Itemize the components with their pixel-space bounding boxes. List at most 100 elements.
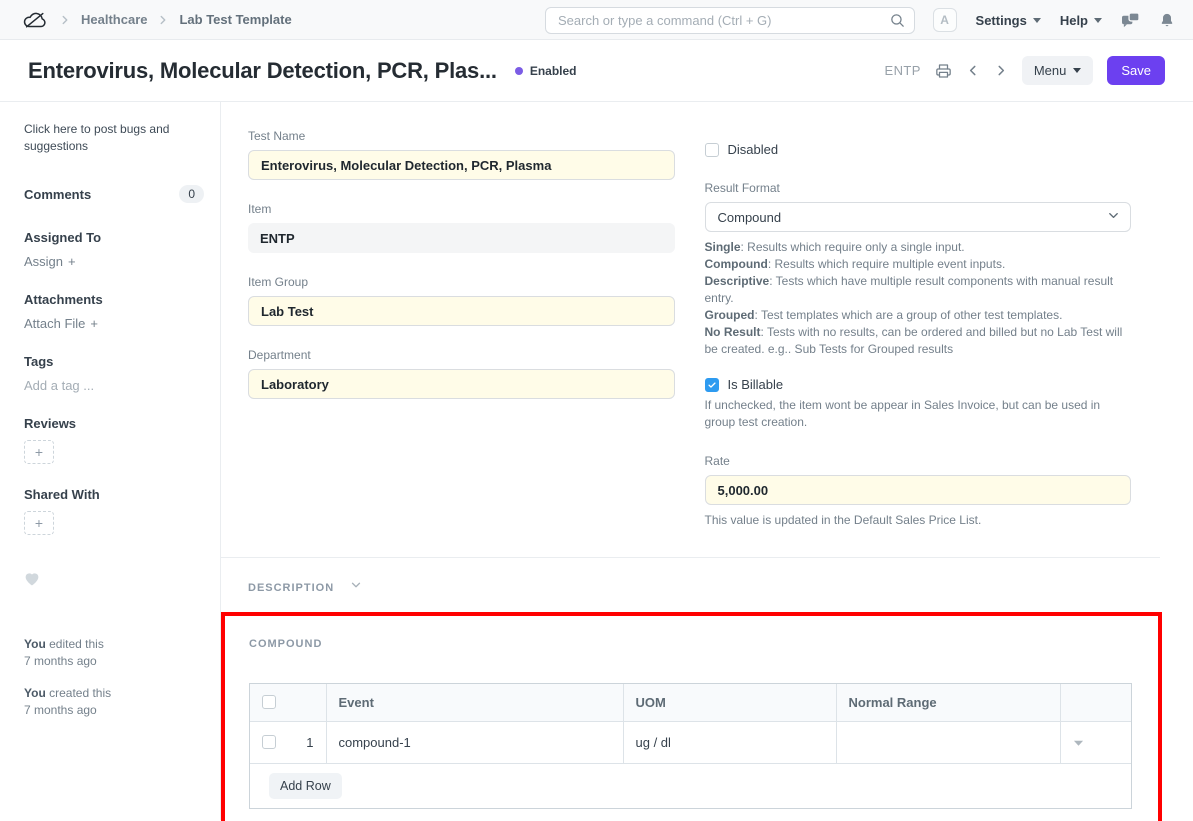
comments-label: Comments <box>24 187 91 202</box>
plus-icon: + <box>68 254 76 269</box>
plus-icon: + <box>35 444 43 460</box>
status-badge: Enabled <box>515 64 577 78</box>
column-header-actions <box>1060 684 1131 721</box>
rate-input[interactable]: 5,000.00 <box>705 475 1132 505</box>
add-tag-input[interactable]: Add a tag ... <box>24 378 204 393</box>
row-expand-button[interactable] <box>1060 721 1131 763</box>
add-review-button[interactable]: + <box>24 440 54 464</box>
help-label: Help <box>1060 13 1088 28</box>
row-select-checkbox[interactable] <box>262 735 276 749</box>
add-row-button[interactable]: Add Row <box>269 773 342 799</box>
help-menu[interactable]: Help <box>1060 13 1102 28</box>
activity-timestamp: 7 months ago <box>24 702 204 719</box>
search-input[interactable] <box>545 7 915 34</box>
page-title: Enterovirus, Molecular Detection, PCR, P… <box>28 58 497 84</box>
shared-with-label: Shared With <box>24 487 204 502</box>
select-all-checkbox[interactable] <box>262 695 276 709</box>
is-billable-checkbox[interactable] <box>705 378 719 392</box>
activity-entry: You created this 7 months ago <box>24 685 204 719</box>
is-billable-field: Is Billable <box>705 377 1132 392</box>
form-column-left: Test Name Enterovirus, Molecular Detecti… <box>248 129 675 529</box>
description-section-toggle[interactable]: DESCRIPTION <box>248 558 1193 612</box>
notifications-bell-icon[interactable] <box>1159 12 1175 29</box>
activity-log: You edited this 7 months ago You created… <box>24 636 204 719</box>
chevron-down-icon <box>349 578 363 597</box>
bug-report-link[interactable]: Click here to post bugs and suggestions <box>24 121 176 155</box>
form-column-right: Disabled Result Format Compound Single: … <box>705 129 1132 529</box>
reviews-section: Reviews + <box>24 416 204 464</box>
result-format-help: Single: Results which require only a sin… <box>705 239 1132 358</box>
result-format-field: Result Format Compound Single: Results w… <box>705 181 1132 358</box>
chevron-down-icon <box>1106 208 1121 226</box>
assigned-to-label: Assigned To <box>24 230 204 245</box>
department-field: Department Laboratory <box>248 348 675 399</box>
menu-button[interactable]: Menu <box>1022 56 1094 85</box>
form-sidebar: Click here to post bugs and suggestions … <box>0 102 221 820</box>
app-logo-icon[interactable] <box>22 9 49 31</box>
grid-footer: Add Row <box>250 763 1131 808</box>
next-record-button[interactable] <box>994 63 1008 78</box>
red-annotation-box: COMPOUND Event UOM Normal Range <box>221 612 1162 821</box>
prev-record-button[interactable] <box>966 63 980 78</box>
column-header-normal-range: Normal Range <box>836 684 1060 721</box>
assign-button[interactable]: Assign + <box>24 254 204 269</box>
grid-row: 1 compound-1 ug / dl <box>250 721 1131 763</box>
settings-label: Settings <box>976 13 1027 28</box>
page-actions: ENTP Menu Save <box>885 56 1165 85</box>
breadcrumb-healthcare[interactable]: Healthcare <box>81 12 147 27</box>
uom-cell[interactable]: ug / dl <box>623 721 836 763</box>
print-button[interactable] <box>935 63 952 79</box>
compound-grid: Event UOM Normal Range <box>249 683 1132 809</box>
top-navbar: Healthcare Lab Test Template A Settings … <box>0 0 1193 40</box>
tags-label: Tags <box>24 354 204 369</box>
column-header-event: Event <box>326 684 623 721</box>
compound-section-label: COMPOUND <box>249 638 1132 650</box>
item-field: Item ENTP <box>248 202 675 253</box>
plus-icon: + <box>90 316 98 331</box>
comments-count-badge: 0 <box>179 185 204 203</box>
activity-timestamp: 7 months ago <box>24 653 204 670</box>
breadcrumb: Healthcare Lab Test Template <box>22 9 292 31</box>
row-index: 1 <box>306 735 313 750</box>
test-name-input[interactable]: Enterovirus, Molecular Detection, PCR, P… <box>248 150 675 180</box>
rate-help-text: This value is updated in the Default Sal… <box>705 512 1132 529</box>
chat-icon[interactable] <box>1121 12 1140 29</box>
is-billable-label: Is Billable <box>728 377 784 392</box>
result-format-select[interactable]: Compound <box>705 202 1132 232</box>
assigned-to-section: Assigned To Assign + <box>24 230 204 269</box>
compound-section: COMPOUND Event UOM Normal Range <box>225 616 1158 821</box>
billable-help-text: If unchecked, the item wont be appear in… <box>705 397 1132 431</box>
disabled-field: Disabled <box>705 142 1132 157</box>
plus-icon: + <box>35 515 43 531</box>
test-name-field: Test Name Enterovirus, Molecular Detecti… <box>248 129 675 180</box>
test-name-label: Test Name <box>248 129 675 143</box>
navbar-actions: A Settings Help <box>933 0 1175 40</box>
disabled-checkbox[interactable] <box>705 143 719 157</box>
check-icon <box>707 380 717 390</box>
normal-range-cell[interactable] <box>836 721 1060 763</box>
result-format-value: Compound <box>718 210 782 225</box>
like-heart-icon[interactable] <box>24 572 204 591</box>
attachments-section: Attachments Attach File + <box>24 292 204 331</box>
status-label: Enabled <box>530 64 577 78</box>
share-button[interactable]: + <box>24 511 54 535</box>
event-cell[interactable]: compound-1 <box>326 721 623 763</box>
tags-section: Tags Add a tag ... <box>24 354 204 393</box>
rate-label: Rate <box>705 454 1132 468</box>
triangle-down-icon <box>1073 739 1084 747</box>
status-dot-icon <box>515 67 523 75</box>
attach-file-button[interactable]: Attach File + <box>24 316 204 331</box>
caret-down-icon <box>1073 68 1081 73</box>
breadcrumb-lab-test-template[interactable]: Lab Test Template <box>179 12 291 27</box>
shared-with-section: Shared With + <box>24 487 204 535</box>
save-button[interactable]: Save <box>1107 56 1165 85</box>
sidebar-item-comments[interactable]: Comments 0 <box>24 185 204 203</box>
item-group-input[interactable]: Lab Test <box>248 296 675 326</box>
avatar[interactable]: A <box>933 8 957 32</box>
department-input[interactable]: Laboratory <box>248 369 675 399</box>
grid-header-row: Event UOM Normal Range <box>250 684 1131 721</box>
rate-field: Rate 5,000.00 This value is updated in t… <box>705 454 1132 529</box>
activity-entry: You edited this 7 months ago <box>24 636 204 670</box>
item-label: Item <box>248 202 675 216</box>
settings-menu[interactable]: Settings <box>976 13 1041 28</box>
